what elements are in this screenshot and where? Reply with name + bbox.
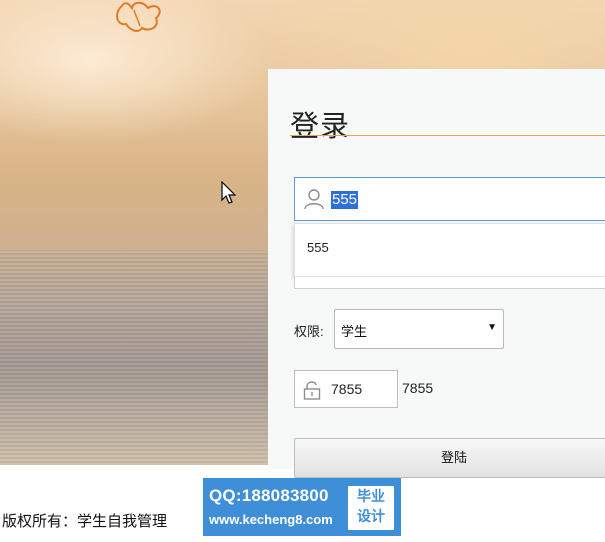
- butterfly-ornament-icon: [116, 1, 161, 32]
- login-title: 登录: [290, 109, 351, 143]
- username-value[interactable]: 555: [331, 191, 359, 209]
- watermark-url: www.kecheng8.com: [209, 512, 333, 527]
- username-input[interactable]: 555: [294, 177, 605, 221]
- copyright-text: 版权所有：学生自我管理: [2, 513, 168, 530]
- watermark-badge: 毕业 设计: [348, 486, 394, 530]
- verification-code-input[interactable]: [331, 381, 391, 397]
- lock-icon: [303, 381, 321, 400]
- watermark-qq: QQ:188083800: [209, 486, 329, 505]
- autocomplete-option[interactable]: 555: [307, 240, 329, 255]
- mouse-cursor-icon: [221, 181, 237, 204]
- autocomplete-dropdown: 555: [294, 223, 605, 277]
- title-underline: [290, 135, 605, 136]
- watermark-badge-line2: 设计: [357, 508, 385, 524]
- verification-code-display: 7855: [402, 380, 434, 396]
- dropdown-arrow-icon: ▼: [487, 322, 497, 333]
- role-selected-value: 学生: [341, 324, 368, 339]
- background-ground: [0, 250, 270, 465]
- watermark-badge-line1: 毕业: [357, 488, 385, 504]
- role-label: 权限:: [294, 324, 324, 339]
- watermark: QQ:188083800 www.kecheng8.com 毕业 设计: [203, 478, 401, 536]
- user-icon: [304, 189, 324, 210]
- login-panel: 登录 555 555 权限: 学生 ▼ 7855 登陆: [268, 69, 605, 478]
- login-button[interactable]: 登陆: [294, 438, 605, 478]
- role-select[interactable]: 学生 ▼: [334, 309, 504, 349]
- password-input[interactable]: [294, 277, 605, 289]
- verification-code-field[interactable]: [294, 370, 398, 408]
